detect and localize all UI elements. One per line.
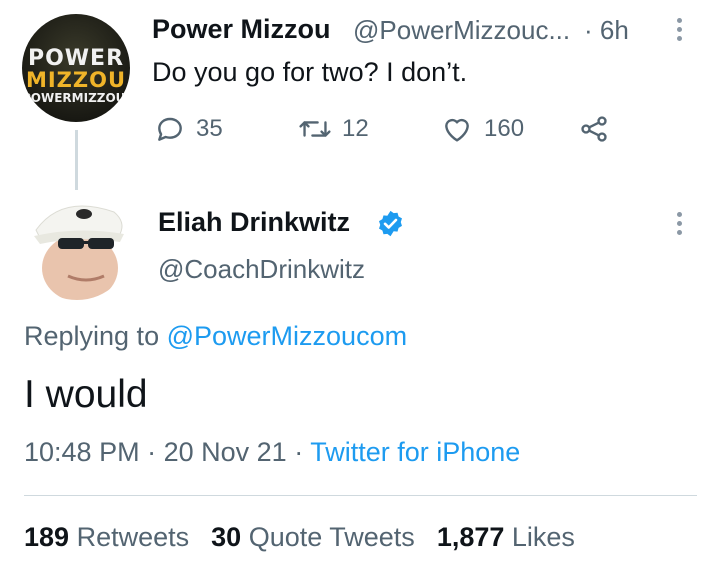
- retweets-count: 189: [24, 522, 70, 552]
- share-icon: [581, 116, 607, 142]
- like-icon: [445, 118, 469, 142]
- replying-to-line: Replying to @PowerMizzoucom: [24, 321, 407, 352]
- author-display-name[interactable]: Eliah Drinkwitz: [158, 207, 350, 238]
- retweet-button[interactable]: 12: [298, 112, 369, 146]
- likes-label: Likes: [511, 522, 575, 552]
- likes-stat[interactable]: 1,877 Likes: [437, 522, 575, 553]
- thread-connector-line: [75, 130, 78, 190]
- eliah-drinkwitz-avatar[interactable]: [22, 190, 132, 300]
- retweet-icon: [299, 121, 331, 137]
- tweet-date[interactable]: 20 Nov 21: [164, 437, 287, 467]
- parent-tweet-text: Do you go for two? I don’t.: [152, 57, 468, 87]
- parent-timestamp[interactable]: · 6h: [584, 15, 629, 46]
- likes-count: 1,877: [436, 522, 505, 552]
- like-button[interactable]: 160: [440, 112, 524, 146]
- share-button[interactable]: [578, 112, 610, 146]
- stats-divider: [24, 495, 697, 496]
- reply-count: 35: [196, 115, 223, 142]
- retweets-label: Retweets: [76, 522, 190, 552]
- parent-handle[interactable]: @PowerMizzouc...: [353, 15, 570, 46]
- logo-line-1: POWER: [27, 46, 125, 71]
- author-handle[interactable]: @CoachDrinkwitz: [158, 254, 365, 285]
- power-mizzou-logo: POWER MIZZOU POWERMIZZOU.COM: [22, 46, 130, 105]
- tweet-detail-view: POWER MIZZOU POWERMIZZOU.COM Power Mizzo…: [0, 0, 719, 571]
- quote-tweets-label: Quote Tweets: [248, 522, 415, 552]
- more-icon[interactable]: [674, 212, 684, 235]
- engagement-stats: 189 Retweets 30 Quote Tweets 1,877 Likes: [24, 522, 575, 553]
- quote-tweets-count: 30: [211, 522, 242, 552]
- retweet-count: 12: [342, 115, 369, 142]
- like-count: 160: [484, 115, 525, 142]
- timestamp-separator: ·: [584, 15, 593, 45]
- meta-separator: ·: [294, 437, 304, 467]
- power-mizzou-avatar[interactable]: POWER MIZZOU POWERMIZZOU.COM: [22, 14, 130, 122]
- tweet-time[interactable]: 10:48 PM: [24, 437, 140, 467]
- replying-to-mention[interactable]: @PowerMizzoucom: [167, 321, 407, 351]
- parent-display-name[interactable]: Power Mizzou: [152, 14, 331, 45]
- tweet-client[interactable]: Twitter for iPhone: [310, 437, 520, 467]
- main-tweet-text: I would: [24, 373, 148, 416]
- logo-line-3: POWERMIZZOU.COM: [22, 91, 130, 105]
- logo-line-2: MIZZOU: [25, 68, 127, 92]
- tweet-metadata: 10:48 PM · 20 Nov 21 · Twitter for iPhon…: [24, 437, 520, 468]
- quote-tweets-stat[interactable]: 30 Quote Tweets: [211, 522, 415, 553]
- profile-photo: [22, 190, 132, 300]
- reply-icon: [158, 117, 182, 141]
- retweets-stat[interactable]: 189 Retweets: [24, 522, 189, 553]
- more-icon[interactable]: [674, 18, 684, 41]
- replying-to-label: Replying to: [24, 321, 160, 351]
- meta-separator: ·: [147, 437, 157, 467]
- verified-icon: [379, 210, 402, 237]
- timestamp-value: 6h: [599, 15, 629, 45]
- reply-button[interactable]: 35: [154, 112, 223, 146]
